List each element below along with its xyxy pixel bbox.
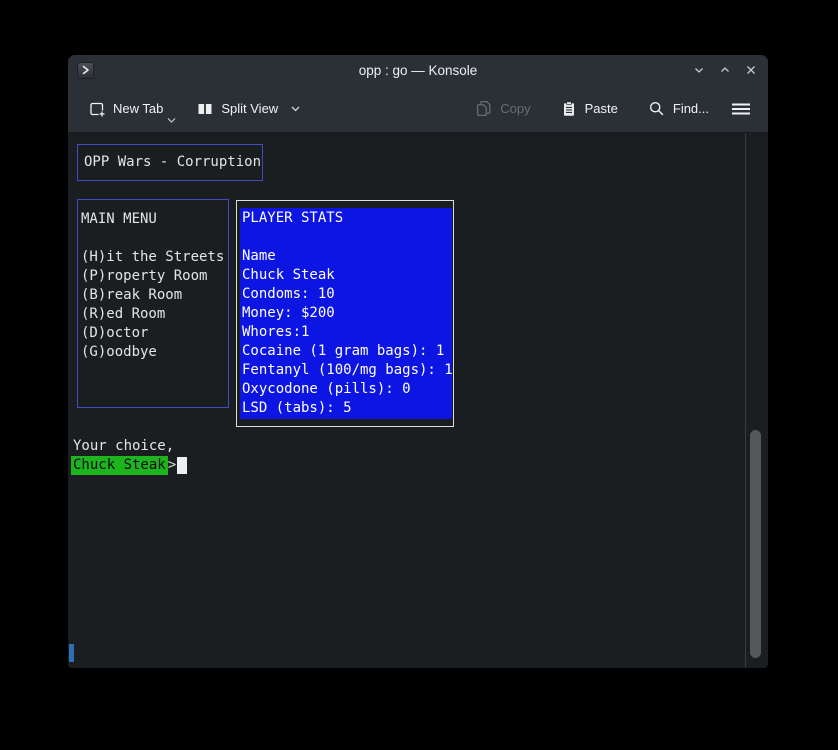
copy-button[interactable]: Copy [473, 96, 532, 121]
terminal-line: LSD (tabs): 5 [242, 399, 452, 418]
copy-icon [475, 100, 492, 117]
window-title: opp : go — Konsole [128, 63, 708, 78]
terminal-line: (H)it the Streets [81, 248, 228, 267]
new-tab-dropdown-chevron-icon [167, 117, 176, 124]
terminal-line: Name [242, 247, 452, 266]
split-view-button[interactable]: Split View [195, 97, 304, 121]
new-tab-button[interactable]: New Tab [87, 97, 165, 121]
konsole-window: opp : go — Konsole [68, 55, 768, 668]
chevron-down-icon [691, 62, 707, 78]
player-stats-box: PLAYER STATS NameChuck SteakCondoms: 10Mo… [236, 200, 454, 427]
main-menu-box: MAIN MENU (H)it the Streets(P)roperty Roo… [77, 199, 229, 408]
scrollbar-thumb[interactable] [750, 430, 761, 658]
terminal-cursor [177, 457, 187, 474]
terminal-line: (B)reak Room [81, 286, 228, 305]
close-icon [743, 62, 759, 78]
input-prompt-line: Chuck Steak> [71, 456, 187, 475]
find-label: Find... [673, 101, 709, 116]
split-view-chevron-down-icon [289, 102, 302, 115]
terminal-line [81, 229, 228, 248]
search-icon [648, 100, 665, 117]
terminal-line: Condoms: 10 [242, 285, 452, 304]
terminal-line: PLAYER STATS [242, 209, 452, 228]
new-output-indicator [69, 644, 74, 662]
find-button[interactable]: Find... [646, 96, 711, 121]
player-name-highlight: Chuck Steak [71, 456, 168, 475]
prompt-caret-char: > [168, 456, 176, 475]
new-tab-icon [89, 101, 105, 117]
paste-icon [561, 101, 577, 117]
split-view-icon [197, 101, 213, 117]
window-controls [690, 62, 759, 79]
prompt-text: Your choice, [73, 437, 174, 456]
titlebar[interactable]: opp : go — Konsole [68, 55, 768, 85]
paste-label: Paste [585, 101, 618, 116]
terminal-prompt-icon [80, 64, 92, 76]
minimize-button[interactable] [690, 62, 707, 79]
toolbar: New Tab Split View Copy [68, 85, 768, 133]
split-view-label: Split View [221, 101, 278, 116]
terminal-line: (R)ed Room [81, 305, 228, 324]
close-button[interactable] [742, 62, 759, 79]
copy-label: Copy [500, 101, 530, 116]
player-stats-panel: PLAYER STATS NameChuck SteakCondoms: 10Mo… [240, 208, 452, 419]
terminal-line: (P)roperty Room [81, 267, 228, 286]
game-title-box: OPP Wars - Corruption [77, 144, 263, 181]
chevron-up-icon [717, 62, 733, 78]
terminal-line: Oxycodone (pills): 0 [242, 380, 452, 399]
game-title-text: OPP Wars - Corruption [84, 153, 261, 172]
terminal-line: Fentanyl (100/mg bags): 1 [242, 361, 452, 380]
scrollbar-track[interactable] [745, 133, 746, 668]
terminal-line: Money: $200 [242, 304, 452, 323]
paste-button[interactable]: Paste [559, 97, 620, 121]
maximize-button[interactable] [716, 62, 733, 79]
terminal-line [242, 228, 452, 247]
terminal-line: MAIN MENU [81, 210, 228, 229]
new-tab-label: New Tab [113, 101, 163, 116]
terminal-line: (D)octor [81, 324, 228, 343]
terminal-line: Cocaine (1 gram bags): 1 [242, 342, 452, 361]
terminal-line: Chuck Steak [242, 266, 452, 285]
terminal-line: (G)oodbye [81, 343, 228, 362]
hamburger-menu-icon [731, 101, 751, 117]
konsole-app-icon [77, 62, 94, 79]
terminal-line: Whores:1 [242, 323, 452, 342]
terminal-view[interactable]: OPP Wars - Corruption MAIN MENU (H)it the… [68, 133, 768, 668]
hamburger-menu-button[interactable] [729, 97, 753, 121]
